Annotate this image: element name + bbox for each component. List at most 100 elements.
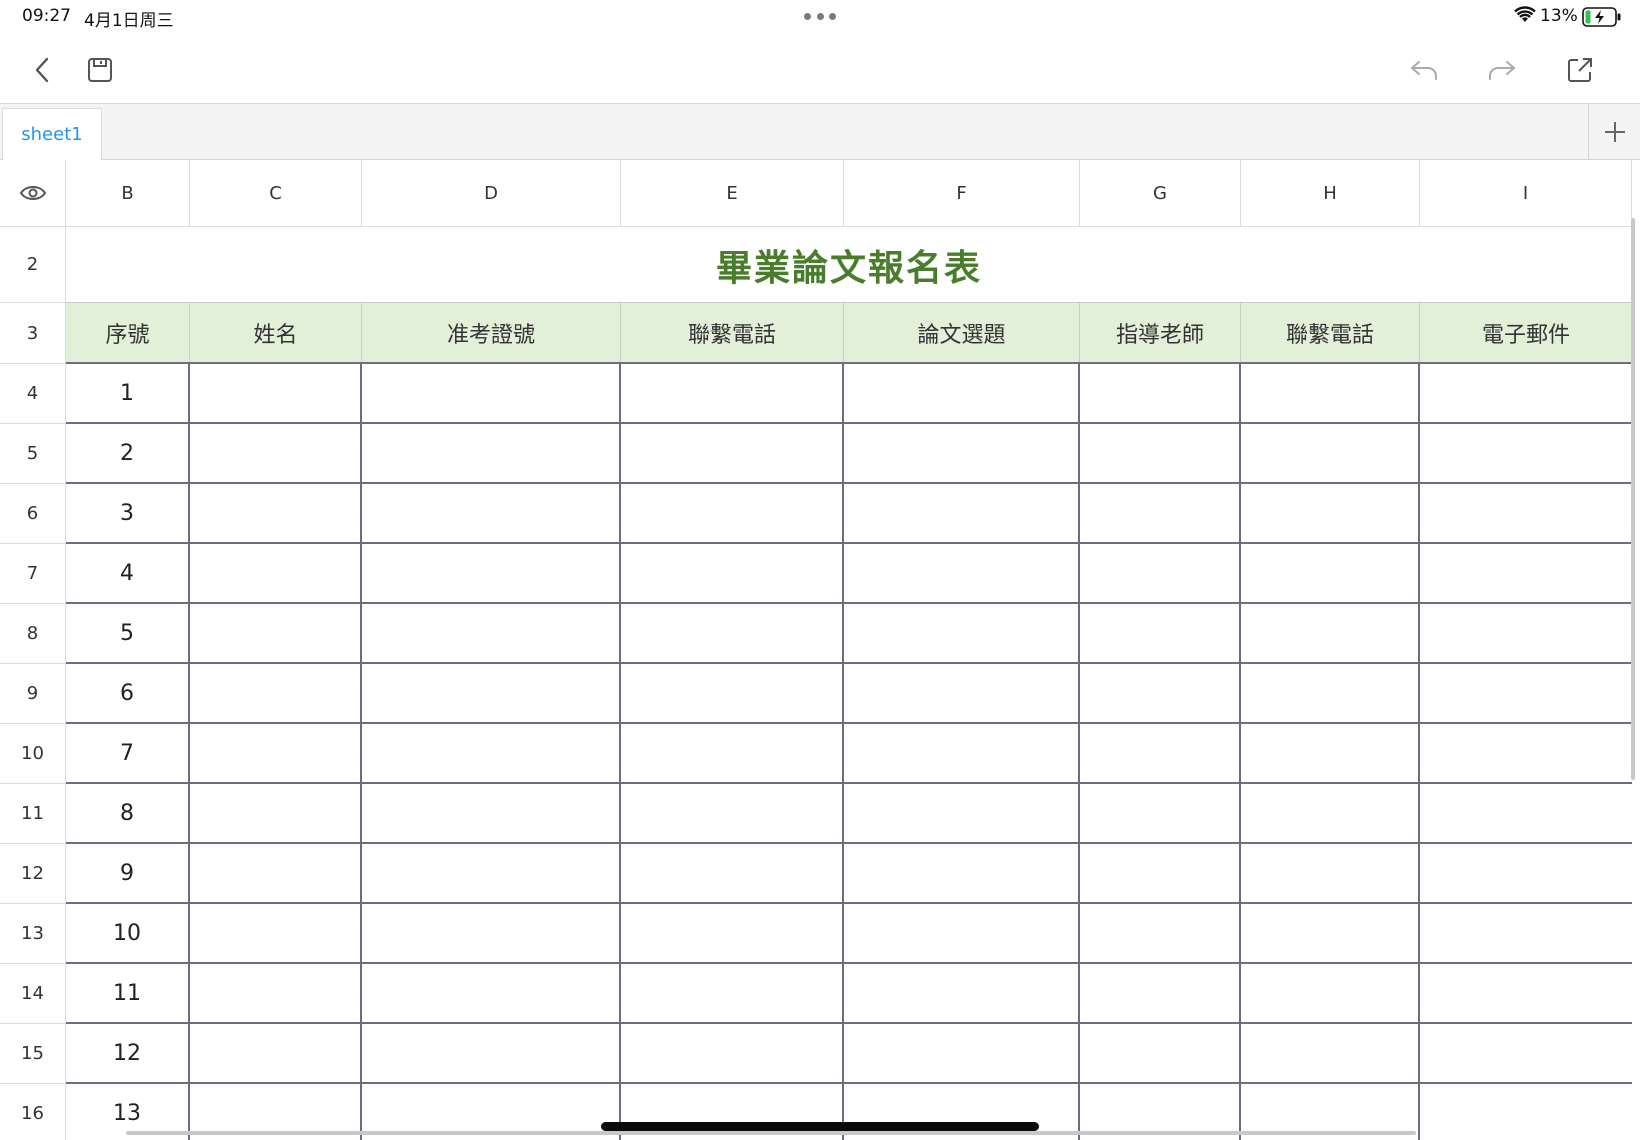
empty-cell[interactable] [1420, 544, 1632, 602]
empty-cell[interactable] [844, 544, 1080, 602]
header-cell-phone[interactable]: 聯繫電話 [621, 303, 844, 362]
serial-cell[interactable]: 8 [66, 784, 190, 842]
empty-cell[interactable] [1080, 964, 1241, 1022]
empty-cell[interactable] [1080, 364, 1241, 422]
empty-cell[interactable] [621, 904, 844, 962]
serial-cell[interactable]: 12 [66, 1024, 190, 1082]
empty-cell[interactable] [362, 604, 621, 662]
empty-cell[interactable] [844, 1024, 1080, 1082]
empty-cell[interactable] [621, 544, 844, 602]
empty-cell[interactable] [190, 604, 362, 662]
header-cell-email[interactable]: 電子郵件 [1420, 303, 1632, 362]
empty-cell[interactable] [844, 904, 1080, 962]
visibility-toggle[interactable] [0, 160, 66, 227]
empty-cell[interactable] [362, 664, 621, 722]
empty-cell[interactable] [362, 364, 621, 422]
empty-cell[interactable] [1420, 364, 1632, 422]
row-header[interactable]: 6 [0, 484, 66, 544]
empty-cell[interactable] [1241, 784, 1420, 842]
empty-cell[interactable] [1080, 664, 1241, 722]
empty-cell[interactable] [190, 364, 362, 422]
row-header[interactable]: 5 [0, 424, 66, 484]
empty-cell[interactable] [844, 484, 1080, 542]
empty-cell[interactable] [844, 784, 1080, 842]
empty-cell[interactable] [621, 604, 844, 662]
empty-cell[interactable] [1420, 1084, 1632, 1140]
empty-cell[interactable] [362, 484, 621, 542]
empty-cell[interactable] [1241, 844, 1420, 902]
serial-cell[interactable]: 3 [66, 484, 190, 542]
empty-cell[interactable] [1420, 664, 1632, 722]
empty-cell[interactable] [190, 664, 362, 722]
empty-cell[interactable] [362, 1024, 621, 1082]
empty-cell[interactable] [1080, 1024, 1241, 1082]
row-header[interactable]: 11 [0, 784, 66, 844]
empty-cell[interactable] [1080, 604, 1241, 662]
serial-cell[interactable]: 10 [66, 904, 190, 962]
empty-cell[interactable] [1241, 424, 1420, 482]
row-header[interactable]: 9 [0, 664, 66, 724]
empty-cell[interactable] [844, 424, 1080, 482]
row-header[interactable]: 10 [0, 724, 66, 784]
column-header-h[interactable]: H [1241, 160, 1420, 227]
header-cell-advisor[interactable]: 指導老師 [1080, 303, 1241, 362]
empty-cell[interactable] [362, 784, 621, 842]
row-header[interactable]: 13 [0, 904, 66, 964]
empty-cell[interactable] [1420, 904, 1632, 962]
empty-cell[interactable] [1420, 784, 1632, 842]
empty-cell[interactable] [1420, 604, 1632, 662]
serial-cell[interactable]: 11 [66, 964, 190, 1022]
serial-cell[interactable]: 7 [66, 724, 190, 782]
row-header[interactable]: 8 [0, 604, 66, 664]
empty-cell[interactable] [844, 844, 1080, 902]
empty-cell[interactable] [1241, 904, 1420, 962]
row-header[interactable]: 7 [0, 544, 66, 604]
row-header[interactable]: 14 [0, 964, 66, 1024]
tab-sheet1[interactable]: sheet1 [2, 108, 102, 160]
empty-cell[interactable] [621, 844, 844, 902]
header-cell-exam-number[interactable]: 准考證號 [362, 303, 621, 362]
empty-cell[interactable] [190, 424, 362, 482]
empty-cell[interactable] [621, 964, 844, 1022]
empty-cell[interactable] [621, 1024, 844, 1082]
sheet-title-cell[interactable]: 畢業論文報名表 [66, 227, 1632, 303]
empty-cell[interactable] [190, 904, 362, 962]
empty-cell[interactable] [1241, 484, 1420, 542]
empty-cell[interactable] [1080, 424, 1241, 482]
empty-cell[interactable] [1420, 424, 1632, 482]
empty-cell[interactable] [362, 844, 621, 902]
empty-cell[interactable] [1420, 844, 1632, 902]
empty-cell[interactable] [621, 424, 844, 482]
horizontal-scrollbar[interactable] [126, 1131, 1416, 1135]
undo-button[interactable] [1404, 50, 1444, 90]
empty-cell[interactable] [190, 544, 362, 602]
empty-cell[interactable] [362, 724, 621, 782]
empty-cell[interactable] [1080, 904, 1241, 962]
row-header[interactable]: 15 [0, 1024, 66, 1084]
column-header-b[interactable]: B [66, 160, 190, 227]
row-header[interactable]: 3 [0, 303, 66, 364]
empty-cell[interactable] [1420, 1024, 1632, 1082]
empty-cell[interactable] [844, 604, 1080, 662]
serial-cell[interactable]: 4 [66, 544, 190, 602]
redo-button[interactable] [1482, 50, 1522, 90]
column-header-c[interactable]: C [190, 160, 362, 227]
header-cell-advisor-phone[interactable]: 聯繫電話 [1241, 303, 1420, 362]
share-button[interactable] [1560, 50, 1600, 90]
empty-cell[interactable] [621, 364, 844, 422]
empty-cell[interactable] [190, 844, 362, 902]
empty-cell[interactable] [362, 424, 621, 482]
empty-cell[interactable] [1241, 544, 1420, 602]
empty-cell[interactable] [621, 784, 844, 842]
empty-cell[interactable] [1080, 784, 1241, 842]
column-header-i[interactable]: I [1420, 160, 1632, 227]
column-header-e[interactable]: E [621, 160, 844, 227]
empty-cell[interactable] [190, 964, 362, 1022]
empty-cell[interactable] [1080, 724, 1241, 782]
empty-cell[interactable] [844, 664, 1080, 722]
empty-cell[interactable] [1241, 724, 1420, 782]
row-header[interactable]: 16 [0, 1084, 66, 1140]
column-header-d[interactable]: D [362, 160, 621, 227]
empty-cell[interactable] [1420, 484, 1632, 542]
empty-cell[interactable] [362, 544, 621, 602]
